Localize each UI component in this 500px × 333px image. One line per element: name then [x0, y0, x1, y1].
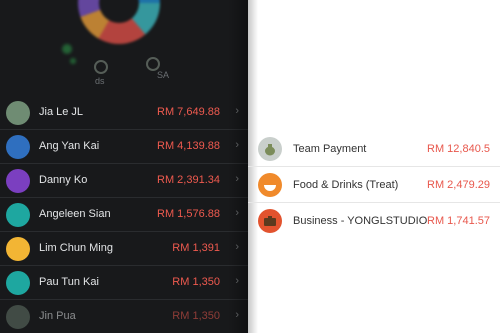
- category-amount: RM 1,741.57: [427, 215, 490, 227]
- list-item[interactable]: Team Payment RM 12,840.5: [248, 131, 500, 167]
- chart-tab-icon[interactable]: [94, 60, 108, 74]
- person-name: Jia Le JL: [39, 106, 84, 118]
- landscape-avatar-icon: [6, 135, 30, 159]
- legend-dot-icon: [70, 58, 76, 64]
- people-list-panel: ds SA Jia Le JL RM 7,649.88 › Ang Yan Ka…: [0, 0, 248, 333]
- monitor-avatar-icon: [6, 271, 30, 295]
- list-item[interactable]: Business - YONGLSTUDIO RM 1,741.57: [248, 203, 500, 239]
- category-name: Food & Drinks (Treat): [293, 179, 399, 191]
- list-item[interactable]: Lim Chun Ming RM 1,391 ›: [0, 232, 248, 266]
- person-name: Lim Chun Ming: [39, 242, 113, 254]
- list-item[interactable]: Jin Pua RM 1,350 ›: [0, 300, 248, 333]
- person-amount: RM 1,350: [172, 310, 220, 322]
- list-item[interactable]: Jia Le JL RM 7,649.88 ›: [0, 96, 248, 130]
- list-item[interactable]: Pau Tun Kai RM 1,350 ›: [0, 266, 248, 300]
- camera-avatar-icon: [6, 101, 30, 125]
- person-name: Pau Tun Kai: [39, 276, 99, 288]
- person-avatar-icon: [6, 169, 30, 193]
- category-name: Business - YONGLSTUDIO: [293, 215, 428, 227]
- person-name: Ang Yan Kai: [39, 140, 100, 152]
- spending-donut-chart: [78, 0, 160, 44]
- list-item[interactable]: Angeleen Sian RM 1,576.88 ›: [0, 198, 248, 232]
- monitor-avatar-icon: [6, 305, 30, 329]
- briefcase-icon: [258, 209, 282, 233]
- bowl-icon: [258, 173, 282, 197]
- chart-tab-icon[interactable]: [146, 57, 160, 71]
- list-item[interactable]: Food & Drinks (Treat) RM 2,479.29: [248, 167, 500, 203]
- person-amount: RM 4,139.88: [157, 140, 220, 152]
- category-list-panel: Team Payment RM 12,840.5 Food & Drinks (…: [248, 0, 500, 333]
- chart-tab-label: ds: [95, 76, 105, 86]
- list-item[interactable]: Danny Ko RM 2,391.34 ›: [0, 164, 248, 198]
- monitor-avatar-icon: [6, 203, 30, 227]
- person-amount: RM 1,576.88: [157, 208, 220, 220]
- person-name: Jin Pua: [39, 310, 76, 322]
- person-name: Danny Ko: [39, 174, 88, 186]
- category-amount: RM 12,840.5: [427, 143, 490, 155]
- person-name: Angeleen Sian: [39, 208, 111, 220]
- person-amount: RM 7,649.88: [157, 106, 220, 118]
- money-bag-icon: [258, 137, 282, 161]
- category-name: Team Payment: [293, 143, 367, 155]
- chart-tab-label: SA: [157, 70, 170, 80]
- list-item[interactable]: Ang Yan Kai RM 4,139.88 ›: [0, 130, 248, 164]
- person-amount: RM 2,391.34: [157, 174, 220, 186]
- camera-avatar-icon: [6, 237, 30, 261]
- person-amount: RM 1,350: [172, 276, 220, 288]
- person-amount: RM 1,391: [172, 242, 220, 254]
- category-amount: RM 2,479.29: [427, 179, 490, 191]
- legend-dot-icon: [62, 44, 72, 54]
- panel-edge-shadow: [228, 0, 248, 333]
